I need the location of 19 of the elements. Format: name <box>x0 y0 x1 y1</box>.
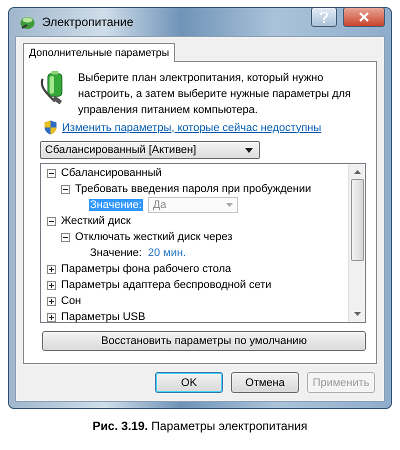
restore-defaults-button[interactable]: Восстановить параметры по умолчанию <box>42 331 366 351</box>
tree-item[interactable]: Отключать жесткий диск через <box>75 231 232 243</box>
plan-dropdown[interactable]: Сбалансированный [Активен] <box>40 141 260 159</box>
tree-item[interactable]: Жесткий диск <box>61 215 131 227</box>
description-text: Выберите план электропитания, который нужно настроить, а затем выберите нужные параметры для управления питанием компьютера. <box>78 71 352 118</box>
tree-item[interactable]: Требовать введения пароля при пробуждении <box>75 183 312 195</box>
tree-item[interactable]: Сон <box>61 295 82 307</box>
tree-item[interactable]: Сбалансированный <box>61 167 162 179</box>
admin-link[interactable]: Изменить параметры, которые сейчас недоступны <box>62 122 322 134</box>
tree-item[interactable]: Параметры адаптера беспроводной сети <box>61 279 272 291</box>
value-link[interactable]: 20 мин. <box>148 247 186 259</box>
value-label[interactable]: Значение: <box>89 247 143 259</box>
dialog-button[interactable]: Отмена <box>231 372 299 393</box>
tree-item[interactable]: Параметры USB <box>61 311 146 323</box>
window-title: Электропитание <box>42 15 134 29</box>
tab[interactable]: Дополнительные параметры <box>23 43 176 62</box>
figure-caption: Рис. 3.19. Параметры электропитания <box>92 419 308 433</box>
tree-item[interactable]: Параметры фона рабочего стола <box>61 263 232 275</box>
dialog-button[interactable]: OK <box>155 372 223 393</box>
